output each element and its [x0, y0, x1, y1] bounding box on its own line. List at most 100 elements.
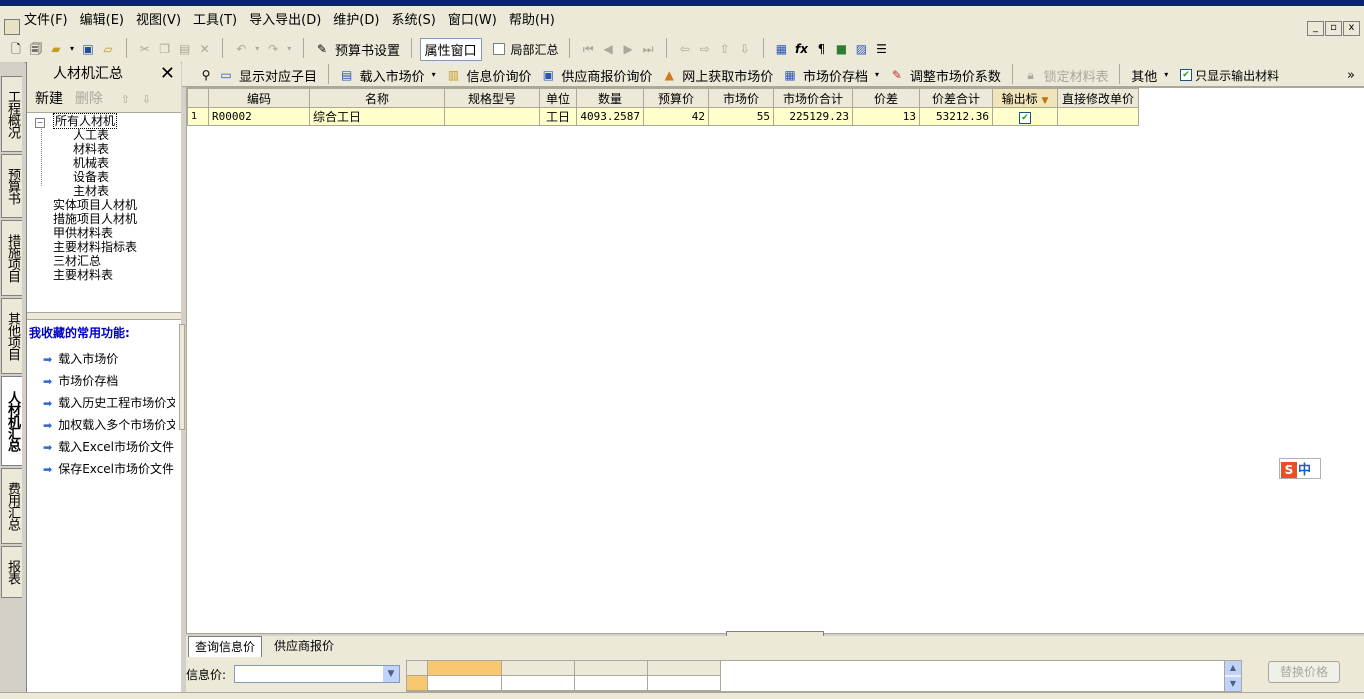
- new-folder-icon[interactable]: 🗐: [28, 41, 44, 57]
- vtab-cost-summary[interactable]: 费用汇总: [1, 468, 22, 544]
- last-record-icon[interactable]: ⏭: [640, 41, 656, 57]
- delete-button[interactable]: 删除: [75, 86, 103, 112]
- col-output-flag[interactable]: 输出标 ▼: [992, 88, 1058, 108]
- close-icon[interactable]: ✕: [160, 62, 175, 86]
- table-row[interactable]: 1 R00002 综合工日 工日 4093.2587 42 55 225129.…: [187, 107, 1139, 126]
- mini-grid-cell[interactable]: [428, 676, 502, 691]
- cell-spec[interactable]: [444, 107, 540, 126]
- only-output-checkbox[interactable]: ✔: [1180, 69, 1193, 81]
- fav-load-market-price[interactable]: ➡ 载入市场价: [43, 350, 175, 367]
- info-grid-scrollbar[interactable]: ▲ ▼: [1224, 660, 1242, 692]
- cell-code[interactable]: R00002: [208, 107, 310, 126]
- col-spec[interactable]: 规格型号: [444, 88, 540, 108]
- cell-market-total[interactable]: 225129.23: [773, 107, 853, 126]
- show-subitem-button[interactable]: 显示对应子目: [236, 66, 320, 85]
- image-icon[interactable]: ▨: [853, 41, 869, 57]
- mini-grid-cell[interactable]: [502, 676, 575, 691]
- open-folder-icon[interactable]: ▰: [48, 41, 64, 57]
- fav-market-archive[interactable]: ➡ 市场价存档: [43, 372, 175, 389]
- fav-load-excel[interactable]: ➡ 载入Excel市场价文件: [43, 438, 175, 455]
- supplier-price-inquiry-button[interactable]: 供应商报价询价: [558, 66, 655, 85]
- col-quantity[interactable]: 数量: [576, 88, 644, 108]
- budget-settings-button[interactable]: 预算书设置: [332, 40, 403, 59]
- vtab-other-items[interactable]: 其他项目: [1, 298, 22, 374]
- mini-grid-header[interactable]: [648, 661, 721, 676]
- scroll-up-icon[interactable]: ▲: [1225, 661, 1241, 675]
- cell-budget-price[interactable]: 42: [643, 107, 709, 126]
- formula-icon[interactable]: fx: [793, 41, 809, 57]
- menu-edit[interactable]: 编辑(E): [74, 6, 130, 36]
- redo-icon[interactable]: ↷: [265, 41, 281, 57]
- dropdown-arrow-icon[interactable]: ▾: [68, 41, 76, 57]
- dropdown-arrow-icon[interactable]: ▾: [430, 67, 438, 83]
- fav-save-excel[interactable]: ➡ 保存Excel市场价文件: [43, 460, 175, 477]
- cube-icon[interactable]: ■: [833, 41, 849, 57]
- new-button[interactable]: 新建: [35, 86, 63, 112]
- dropdown-arrow-icon[interactable]: ▾: [253, 41, 261, 57]
- close-button[interactable]: x: [1343, 21, 1360, 36]
- favorites-scrollbar[interactable]: [179, 324, 185, 430]
- adjust-coefficient-button[interactable]: 调整市场价系数: [907, 66, 1004, 85]
- mini-grid-header[interactable]: [428, 661, 502, 676]
- tree-item-main-material[interactable]: 主材表: [73, 184, 109, 198]
- col-direct-edit-price[interactable]: 直接修改单价: [1057, 88, 1139, 108]
- move-down-icon[interactable]: ⇩: [737, 41, 753, 57]
- toolbar-overflow-icon[interactable]: »: [1344, 68, 1358, 83]
- partial-summary-checkbox[interactable]: [493, 43, 506, 55]
- cell-quantity[interactable]: 4093.2587: [576, 107, 644, 126]
- save-icon[interactable]: ▣: [80, 41, 96, 57]
- list-icon[interactable]: ☰: [873, 41, 889, 57]
- cell-price-diff[interactable]: 13: [852, 107, 920, 126]
- menu-tools[interactable]: 工具(T): [187, 6, 243, 36]
- fav-weighted-load[interactable]: ➡加权载入多个市场价文件: [43, 416, 175, 433]
- cell-diff-total[interactable]: 53212.36: [919, 107, 993, 126]
- tree-collapse-icon[interactable]: −: [35, 114, 45, 128]
- panel-splitter[interactable]: [27, 312, 181, 320]
- restore-button[interactable]: ▫: [1325, 21, 1342, 36]
- col-unit[interactable]: 单位: [539, 88, 577, 108]
- paragraph-icon[interactable]: ¶: [813, 41, 829, 57]
- load-market-price-button[interactable]: 载入市场价: [357, 66, 428, 85]
- vtab-measures[interactable]: 措施项目: [1, 220, 22, 296]
- tree-item-measures[interactable]: 措施项目人材机: [53, 212, 137, 226]
- move-up-icon[interactable]: ⇧: [121, 87, 130, 113]
- tree-item-material[interactable]: 材料表: [73, 142, 109, 156]
- menu-help[interactable]: 帮助(H): [503, 6, 561, 36]
- first-record-icon[interactable]: ⏮: [580, 41, 596, 57]
- col-price-diff[interactable]: 价差: [852, 88, 920, 108]
- menu-maintain[interactable]: 维护(D): [327, 6, 385, 36]
- paste-icon[interactable]: ▤: [177, 41, 193, 57]
- lock-material-table-button[interactable]: 锁定材料表: [1041, 66, 1112, 85]
- menu-window[interactable]: 窗口(W): [442, 6, 503, 36]
- delete-icon[interactable]: ✕: [197, 41, 213, 57]
- col-name[interactable]: 名称: [309, 88, 445, 108]
- folder-icon[interactable]: ▱: [100, 41, 116, 57]
- cell-market-price[interactable]: 55: [708, 107, 774, 126]
- tree-item-main-materials[interactable]: 主要材料表: [53, 268, 113, 282]
- tree-item-all[interactable]: 所有人材机: [53, 113, 118, 129]
- online-market-price-button[interactable]: 网上获取市场价: [679, 66, 776, 85]
- move-left-icon[interactable]: ⇦: [677, 41, 693, 57]
- mini-grid-cell[interactable]: [648, 676, 721, 691]
- cell-unit[interactable]: 工日: [539, 107, 577, 126]
- prev-record-icon[interactable]: ◀: [600, 41, 616, 57]
- tree-item-labor[interactable]: 人工表: [73, 128, 109, 142]
- sort-dropdown-icon[interactable]: ▼: [1041, 96, 1048, 106]
- mini-grid-header[interactable]: [575, 661, 648, 676]
- fav-load-history[interactable]: ➡载入历史工程市场价文件: [43, 394, 175, 411]
- tree-item-index[interactable]: 主要材料指标表: [53, 240, 137, 254]
- move-down-icon[interactable]: ⇩: [142, 87, 151, 113]
- col-market-total[interactable]: 市场价合计: [773, 88, 853, 108]
- tree-item-entity[interactable]: 实体项目人材机: [53, 198, 137, 212]
- mini-grid-header[interactable]: [502, 661, 575, 676]
- output-flag-checkbox[interactable]: ✔: [1019, 112, 1031, 124]
- new-file-icon[interactable]: 🗋: [8, 41, 24, 57]
- info-price-inquiry-button[interactable]: 信息价询价: [464, 66, 535, 85]
- menu-view[interactable]: 视图(V): [130, 6, 187, 36]
- property-window-button[interactable]: 属性窗口: [419, 37, 482, 61]
- move-right-icon[interactable]: ⇨: [697, 41, 713, 57]
- tab-supplier-quote[interactable]: 供应商报价: [268, 636, 340, 656]
- tree-item-three-materials[interactable]: 三材汇总: [53, 254, 101, 268]
- menu-import-export[interactable]: 导入导出(D): [243, 6, 327, 36]
- tree-item-owner-supplied[interactable]: 甲供材料表: [53, 226, 113, 240]
